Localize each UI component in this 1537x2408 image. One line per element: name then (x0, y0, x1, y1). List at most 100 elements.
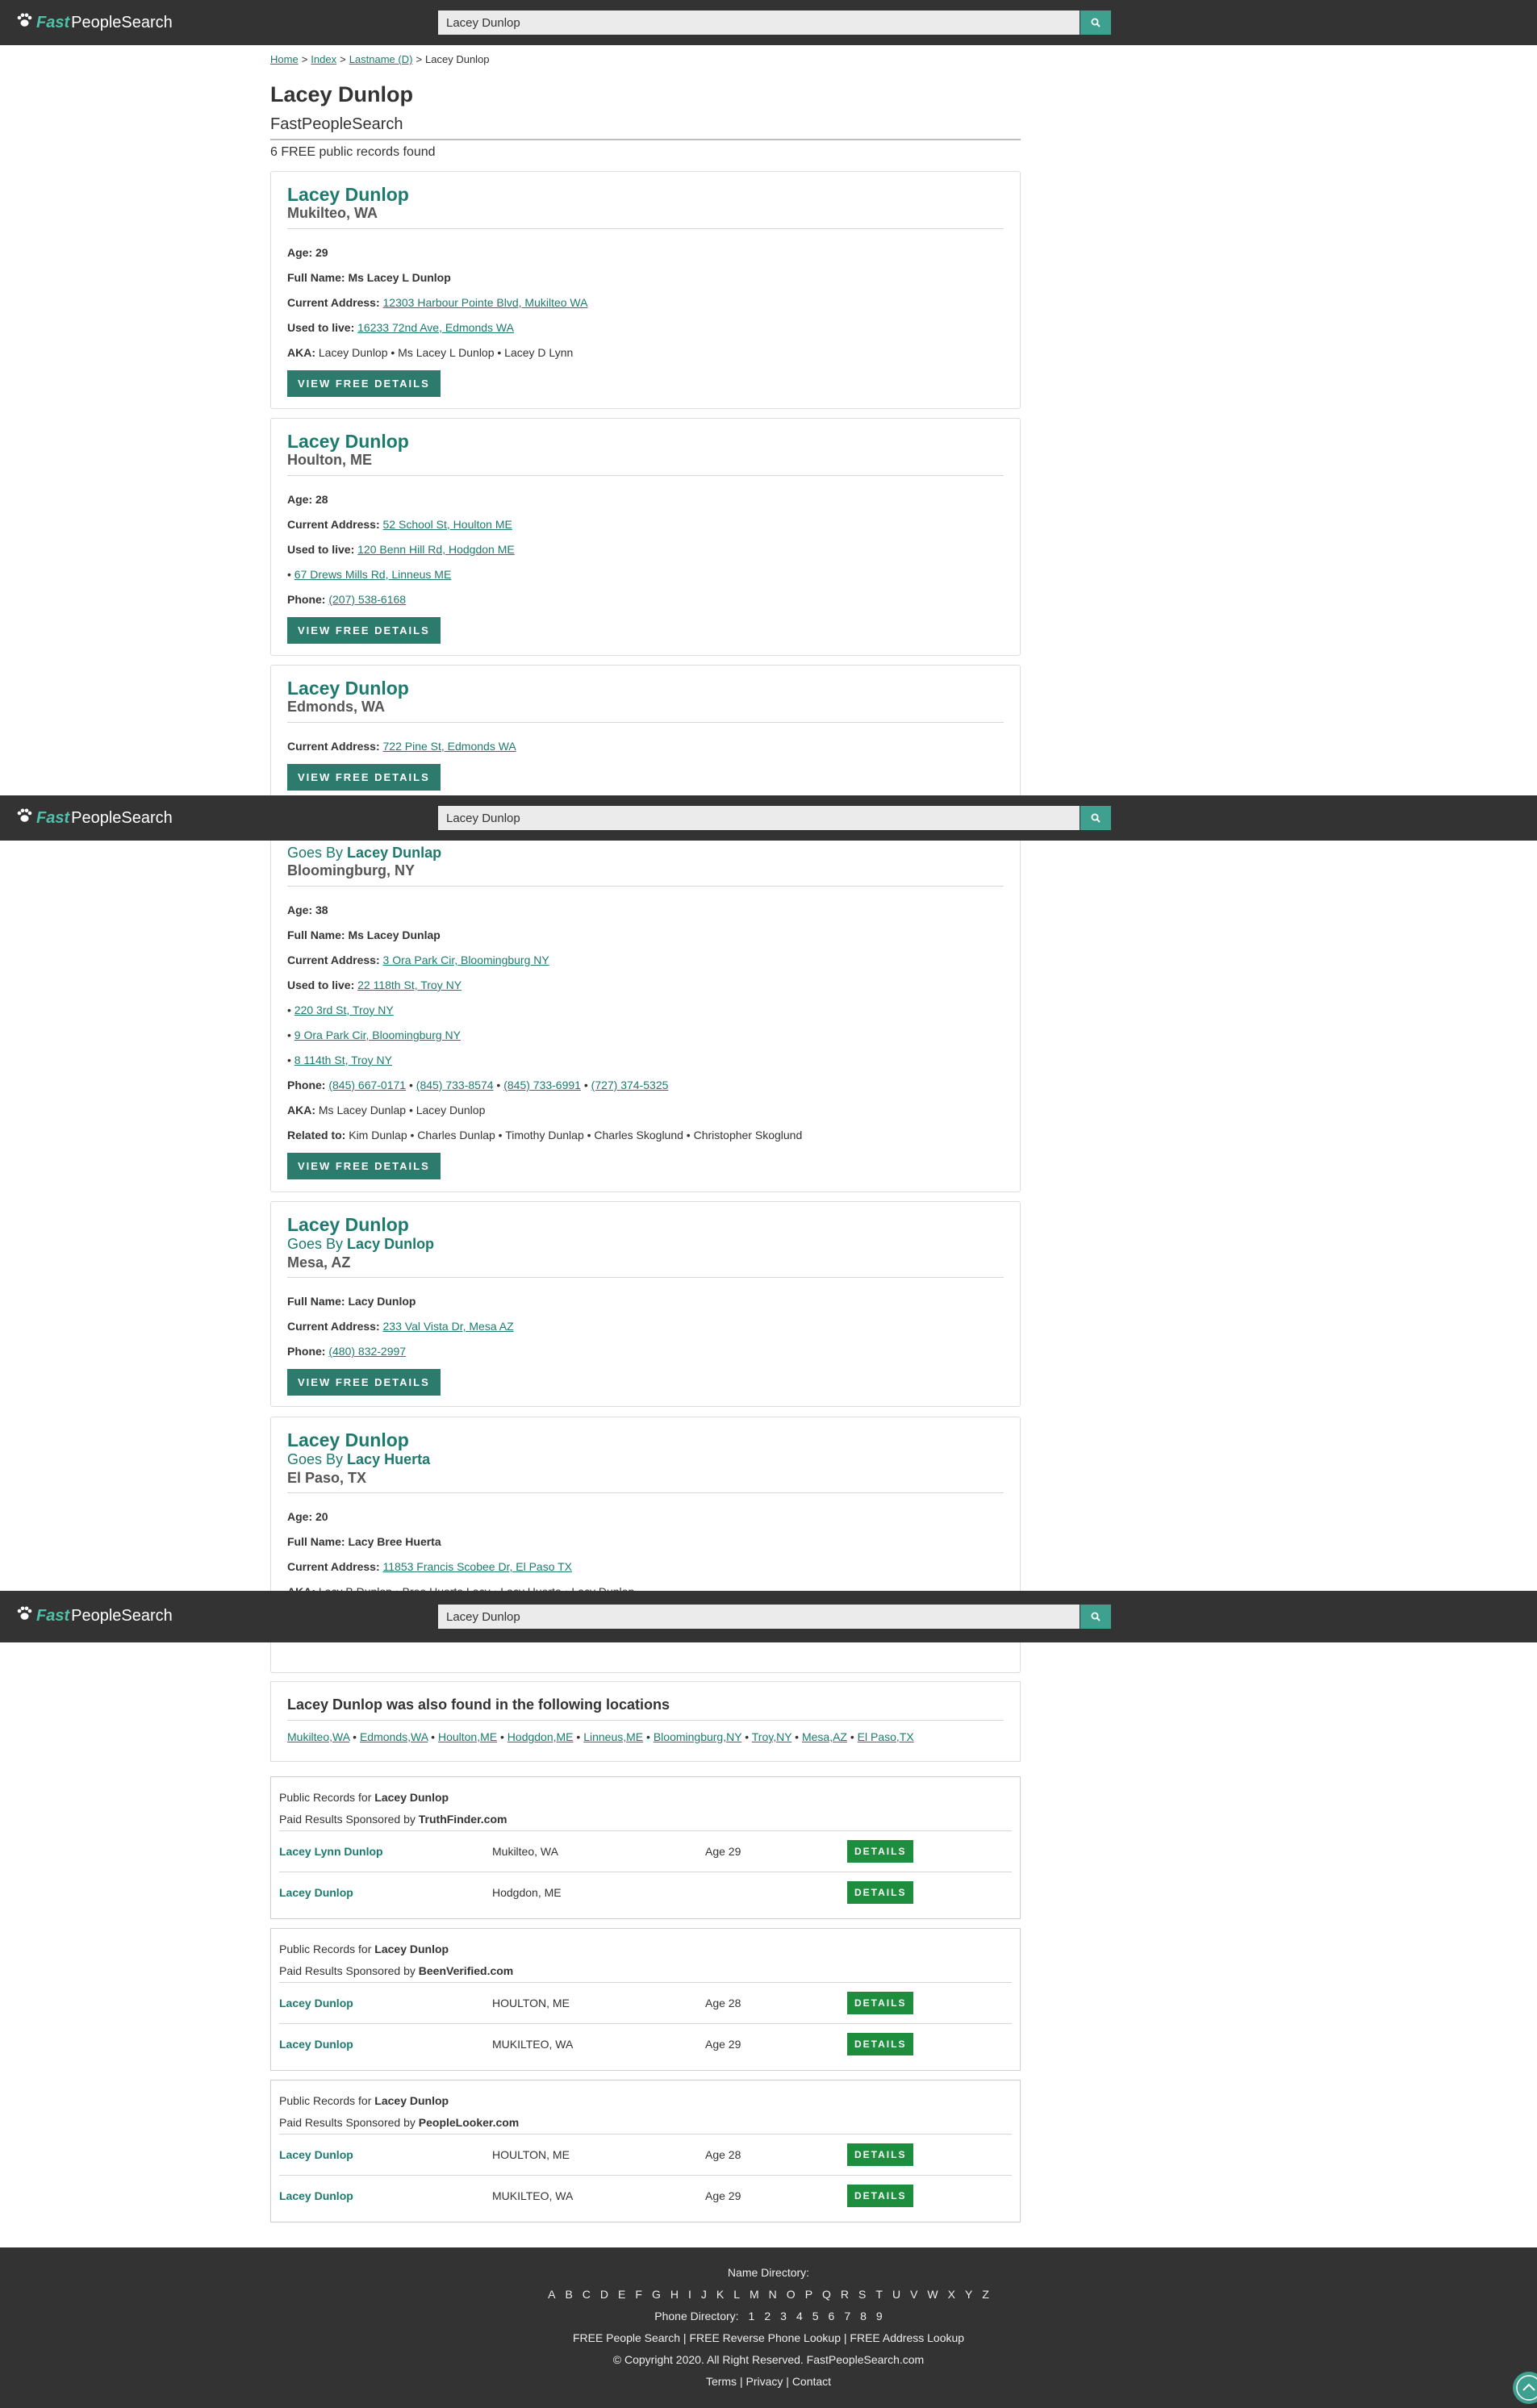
search-input[interactable] (438, 10, 1080, 35)
letter-link[interactable]: H (670, 2288, 679, 2301)
letter-link[interactable]: G (652, 2288, 661, 2301)
site-logo[interactable]: Fast PeopleSearch (16, 1606, 173, 1626)
digit-link[interactable]: 7 (844, 2310, 850, 2322)
privacy-link[interactable]: Privacy (746, 2375, 783, 2388)
letter-link[interactable]: W (927, 2288, 938, 2301)
address-link[interactable]: 52 School St, Houlton ME (383, 518, 512, 531)
letter-link[interactable]: V (910, 2288, 917, 2301)
terms-link[interactable]: Terms (706, 2375, 737, 2388)
search-button[interactable] (1080, 10, 1111, 35)
address-link[interactable]: 9 Ora Park Cir, Bloomingburg NY (294, 1029, 461, 1041)
letter-link[interactable]: J (701, 2288, 707, 2301)
free-people-search-link[interactable]: FREE People Search (573, 2331, 680, 2344)
record-name[interactable]: Lacey Dunlop (287, 184, 1004, 205)
address-link[interactable]: 22 118th St, Troy NY (357, 979, 462, 991)
phone-link[interactable]: (845) 733-6991 (503, 1079, 581, 1091)
location-link[interactable]: Linneus,ME (583, 1730, 643, 1743)
letter-link[interactable]: K (716, 2288, 724, 2301)
result-name[interactable]: Lacey Lynn Dunlop (279, 1845, 492, 1858)
location-link[interactable]: Troy,NY (752, 1730, 792, 1743)
letter-link[interactable]: T (875, 2288, 883, 2301)
location-link[interactable]: Bloomingburg,NY (654, 1730, 741, 1743)
details-button[interactable]: DETAILS (847, 2185, 914, 2207)
search-button[interactable] (1080, 806, 1111, 830)
phone-link[interactable]: (480) 832-2997 (328, 1345, 406, 1358)
letter-link[interactable]: O (787, 2288, 796, 2301)
result-name[interactable]: Lacey Dunlop (279, 1997, 492, 2009)
details-button[interactable]: DETAILS (847, 2143, 914, 2166)
location-link[interactable]: Mukilteo,WA (287, 1730, 349, 1743)
free-address-lookup-link[interactable]: FREE Address Lookup (850, 2331, 964, 2344)
location-link[interactable]: Edmonds,WA (360, 1730, 428, 1743)
record-name[interactable]: Lacey Dunlop (287, 431, 1004, 452)
address-link[interactable]: 233 Val Vista Dr, Mesa AZ (383, 1320, 514, 1333)
result-name[interactable]: Lacey Dunlop (279, 2189, 492, 2202)
details-button[interactable]: DETAILS (847, 1881, 914, 1904)
letter-link[interactable]: D (600, 2288, 608, 2301)
breadcrumb-home[interactable]: Home (270, 53, 299, 65)
breadcrumb-lastname[interactable]: Lastname (D) (349, 53, 413, 65)
address-link[interactable]: 722 Pine St, Edmonds WA (383, 740, 516, 753)
view-free-details-button[interactable]: VIEW FREE DETAILS (287, 763, 441, 791)
address-link[interactable]: 3 Ora Park Cir, Bloomingburg NY (383, 954, 549, 966)
location-link[interactable]: El Paso,TX (858, 1730, 914, 1743)
digit-link[interactable]: 1 (749, 2310, 755, 2322)
result-name[interactable]: Lacey Dunlop (279, 2148, 492, 2161)
address-link[interactable]: 11853 Francis Scobee Dr, El Paso TX (383, 1560, 573, 1573)
letter-link[interactable]: B (565, 2288, 572, 2301)
letter-link[interactable]: F (635, 2288, 642, 2301)
digit-link[interactable]: 8 (860, 2310, 867, 2322)
view-free-details-button[interactable]: VIEW FREE DETAILS (287, 1369, 441, 1396)
breadcrumb-index[interactable]: Index (311, 53, 336, 65)
details-button[interactable]: DETAILS (847, 1840, 914, 1863)
search-input[interactable] (438, 1605, 1080, 1629)
letter-link[interactable]: R (841, 2288, 849, 2301)
free-phone-lookup-link[interactable]: FREE Reverse Phone Lookup (689, 2331, 841, 2344)
address-link[interactable]: 8 114th St, Troy NY (294, 1054, 392, 1066)
view-free-details-button[interactable]: VIEW FREE DETAILS (287, 369, 441, 397)
back-to-top-button[interactable] (1513, 2372, 1537, 2404)
details-button[interactable]: DETAILS (847, 2033, 914, 2055)
letter-link[interactable]: A (548, 2288, 555, 2301)
record-name[interactable]: Lacey Dunlop (287, 1214, 1004, 1235)
result-name[interactable]: Lacey Dunlop (279, 1886, 492, 1899)
letter-link[interactable]: N (769, 2288, 777, 2301)
phone-link[interactable]: (207) 538-6168 (328, 593, 406, 606)
letter-link[interactable]: P (805, 2288, 812, 2301)
address-link[interactable]: 67 Drews Mills Rd, Linneus ME (294, 568, 452, 581)
contact-link[interactable]: Contact (792, 2375, 831, 2388)
letter-link[interactable]: L (733, 2288, 740, 2301)
letter-link[interactable]: X (948, 2288, 955, 2301)
letter-link[interactable]: Q (822, 2288, 831, 2301)
phone-link[interactable]: (845) 667-0171 (328, 1079, 406, 1091)
letter-link[interactable]: C (583, 2288, 591, 2301)
search-input[interactable] (438, 806, 1080, 830)
letter-link[interactable]: M (750, 2288, 759, 2301)
location-link[interactable]: Houlton,ME (438, 1730, 497, 1743)
digit-link[interactable]: 5 (812, 2310, 819, 2322)
digit-link[interactable]: 2 (764, 2310, 771, 2322)
digit-link[interactable]: 4 (796, 2310, 803, 2322)
result-name[interactable]: Lacey Dunlop (279, 2038, 492, 2051)
view-free-details-button[interactable]: VIEW FREE DETAILS (287, 616, 441, 644)
digit-link[interactable]: 3 (780, 2310, 787, 2322)
view-free-details-button[interactable]: VIEW FREE DETAILS (287, 1152, 441, 1179)
letter-link[interactable]: I (688, 2288, 691, 2301)
search-button[interactable] (1080, 1605, 1111, 1629)
address-link[interactable]: 120 Benn Hill Rd, Hodgdon ME (357, 543, 515, 556)
letter-link[interactable]: Y (965, 2288, 972, 2301)
digit-link[interactable]: 9 (876, 2310, 883, 2322)
address-link[interactable]: 12303 Harbour Pointe Blvd, Mukilteo WA (383, 296, 588, 309)
address-link[interactable]: 16233 72nd Ave, Edmonds WA (357, 321, 514, 334)
address-link[interactable]: 220 3rd St, Troy NY (294, 1004, 394, 1016)
phone-link[interactable]: (845) 733-8574 (416, 1079, 494, 1091)
letter-link[interactable]: E (618, 2288, 625, 2301)
details-button[interactable]: DETAILS (847, 1992, 914, 2014)
letter-link[interactable]: Z (982, 2288, 989, 2301)
digit-link[interactable]: 6 (829, 2310, 835, 2322)
record-name[interactable]: Lacey Dunlop (287, 1429, 1004, 1450)
record-name[interactable]: Lacey Dunlop (287, 678, 1004, 699)
phone-link[interactable]: (727) 374-5325 (591, 1079, 669, 1091)
letter-link[interactable]: S (858, 2288, 866, 2301)
site-logo[interactable]: Fast PeopleSearch (16, 13, 173, 32)
